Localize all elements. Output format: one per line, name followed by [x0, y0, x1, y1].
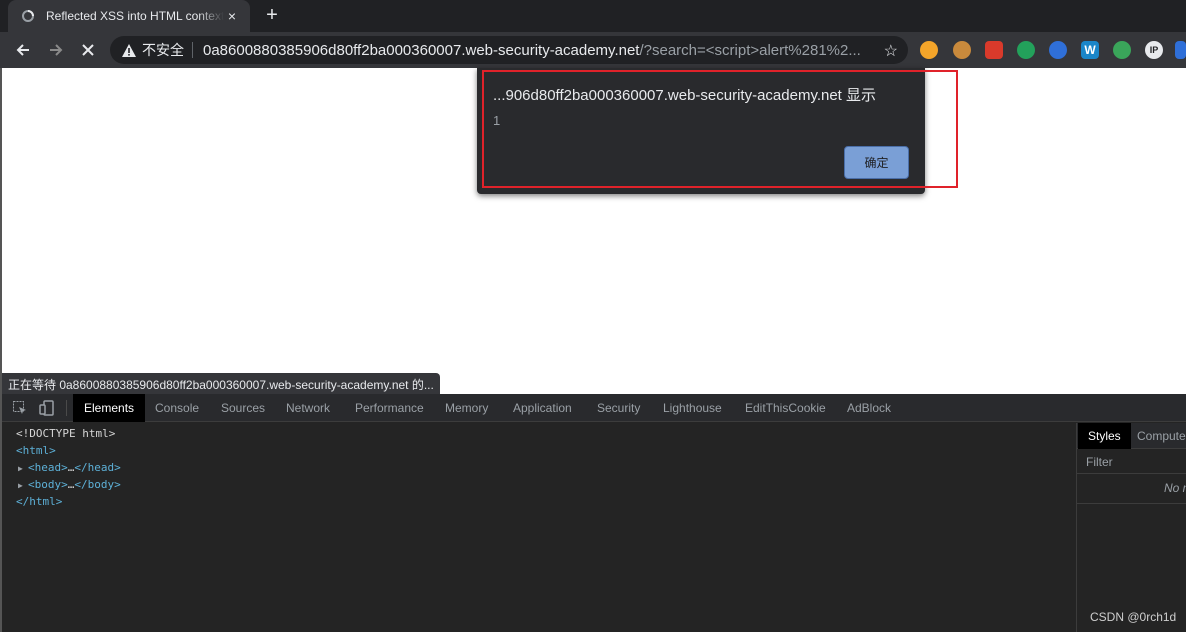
- back-arrow-icon[interactable]: [11, 38, 35, 62]
- html-open-node[interactable]: <html>: [16, 444, 56, 457]
- watermark: CSDN @0rch1d: [1090, 610, 1177, 624]
- tab-title: Reflected XSS into HTML context with not…: [46, 9, 224, 23]
- sidebar-tab-bar: Styles Computed: [1077, 423, 1186, 449]
- devtools-panel: Elements Console Sources Network Perform…: [0, 394, 1186, 632]
- tab-elements[interactable]: Elements: [73, 394, 146, 422]
- tab-editthiscookie[interactable]: EditThisCookie: [745, 394, 826, 422]
- browser-toolbar: 不安全 0a8600880385906d80ff2ba000360007.web…: [0, 32, 1186, 68]
- extension-globe-icon[interactable]: [1113, 41, 1131, 59]
- extension-fist-icon[interactable]: [920, 41, 938, 59]
- no-matching-text: No m: [1164, 481, 1186, 495]
- tab-application[interactable]: Application: [513, 394, 572, 422]
- url-path: /?search=<script>alert%281%2...: [639, 41, 861, 59]
- not-secure-label[interactable]: 不安全: [142, 40, 184, 60]
- toolbar-divider: [66, 400, 67, 416]
- tab-sources[interactable]: Sources: [221, 394, 265, 422]
- omnibox-divider: [192, 42, 193, 58]
- tab-close-icon[interactable]: ×: [224, 8, 240, 24]
- url-host: 0a8600880385906d80ff2ba000360007.web-sec…: [203, 41, 640, 59]
- tab-memory[interactable]: Memory: [445, 394, 488, 422]
- browser-tab[interactable]: Reflected XSS into HTML context with not…: [8, 0, 250, 32]
- stop-icon[interactable]: [76, 38, 100, 62]
- loading-spinner-icon: [20, 8, 36, 24]
- head-close-tag: </head>: [74, 461, 121, 474]
- status-bar: 正在等待 0a8600880385906d80ff2ba000360007.we…: [2, 373, 440, 394]
- star-icon[interactable]: ☆: [884, 41, 898, 61]
- warning-icon[interactable]: [122, 43, 136, 57]
- expand-triangle-icon[interactable]: ▶: [18, 481, 28, 490]
- tab-console[interactable]: Console: [155, 394, 199, 422]
- tab-styles[interactable]: Styles: [1078, 423, 1131, 449]
- tab-security[interactable]: Security: [597, 394, 640, 422]
- body-open-tag: <body>: [28, 478, 68, 491]
- tab-network[interactable]: Network: [286, 394, 330, 422]
- tab-adblock[interactable]: AdBlock: [847, 394, 891, 422]
- inspect-element-icon[interactable]: [11, 399, 29, 417]
- tab-lighthouse[interactable]: Lighthouse: [663, 394, 722, 422]
- tab-performance[interactable]: Performance: [355, 394, 424, 422]
- extension-w-icon[interactable]: W: [1081, 41, 1099, 59]
- tab-strip: Reflected XSS into HTML context with not…: [0, 0, 1186, 32]
- body-close-tag: </body>: [74, 478, 121, 491]
- extension-dice-icon[interactable]: [985, 41, 1003, 59]
- address-bar[interactable]: 不安全 0a8600880385906d80ff2ba000360007.web…: [110, 36, 908, 64]
- extension-ip-icon[interactable]: IP: [1145, 41, 1163, 59]
- styles-sidebar: Styles Computed Filter No m: [1076, 423, 1186, 632]
- devtools-tab-bar: Elements Console Sources Network Perform…: [2, 394, 1186, 422]
- device-toolbar-icon[interactable]: [38, 399, 56, 417]
- doctype-node[interactable]: <!DOCTYPE html>: [16, 427, 115, 440]
- extension-bird-icon[interactable]: [1049, 41, 1067, 59]
- elements-tree: <!DOCTYPE html> <html> ▶ <head>…</head> ▶…: [2, 423, 1076, 632]
- head-node[interactable]: ▶ <head>…</head>: [18, 461, 121, 474]
- extension-partial-icon[interactable]: [1175, 41, 1186, 59]
- styles-filter-input[interactable]: Filter: [1077, 450, 1186, 474]
- new-tab-icon[interactable]: +: [262, 5, 282, 25]
- head-open-tag: <head>: [28, 461, 68, 474]
- tab-computed[interactable]: Computed: [1137, 423, 1186, 449]
- extension-cookie-icon[interactable]: [953, 41, 971, 59]
- expand-triangle-icon[interactable]: ▶: [18, 464, 28, 473]
- sidebar-divider: [1077, 503, 1186, 504]
- forward-arrow-icon[interactable]: [44, 38, 68, 62]
- red-highlight-box: [482, 70, 958, 188]
- html-close-node[interactable]: </html>: [16, 495, 62, 508]
- body-node[interactable]: ▶ <body>…</body>: [18, 478, 121, 491]
- extension-gear-icon[interactable]: [1017, 41, 1035, 59]
